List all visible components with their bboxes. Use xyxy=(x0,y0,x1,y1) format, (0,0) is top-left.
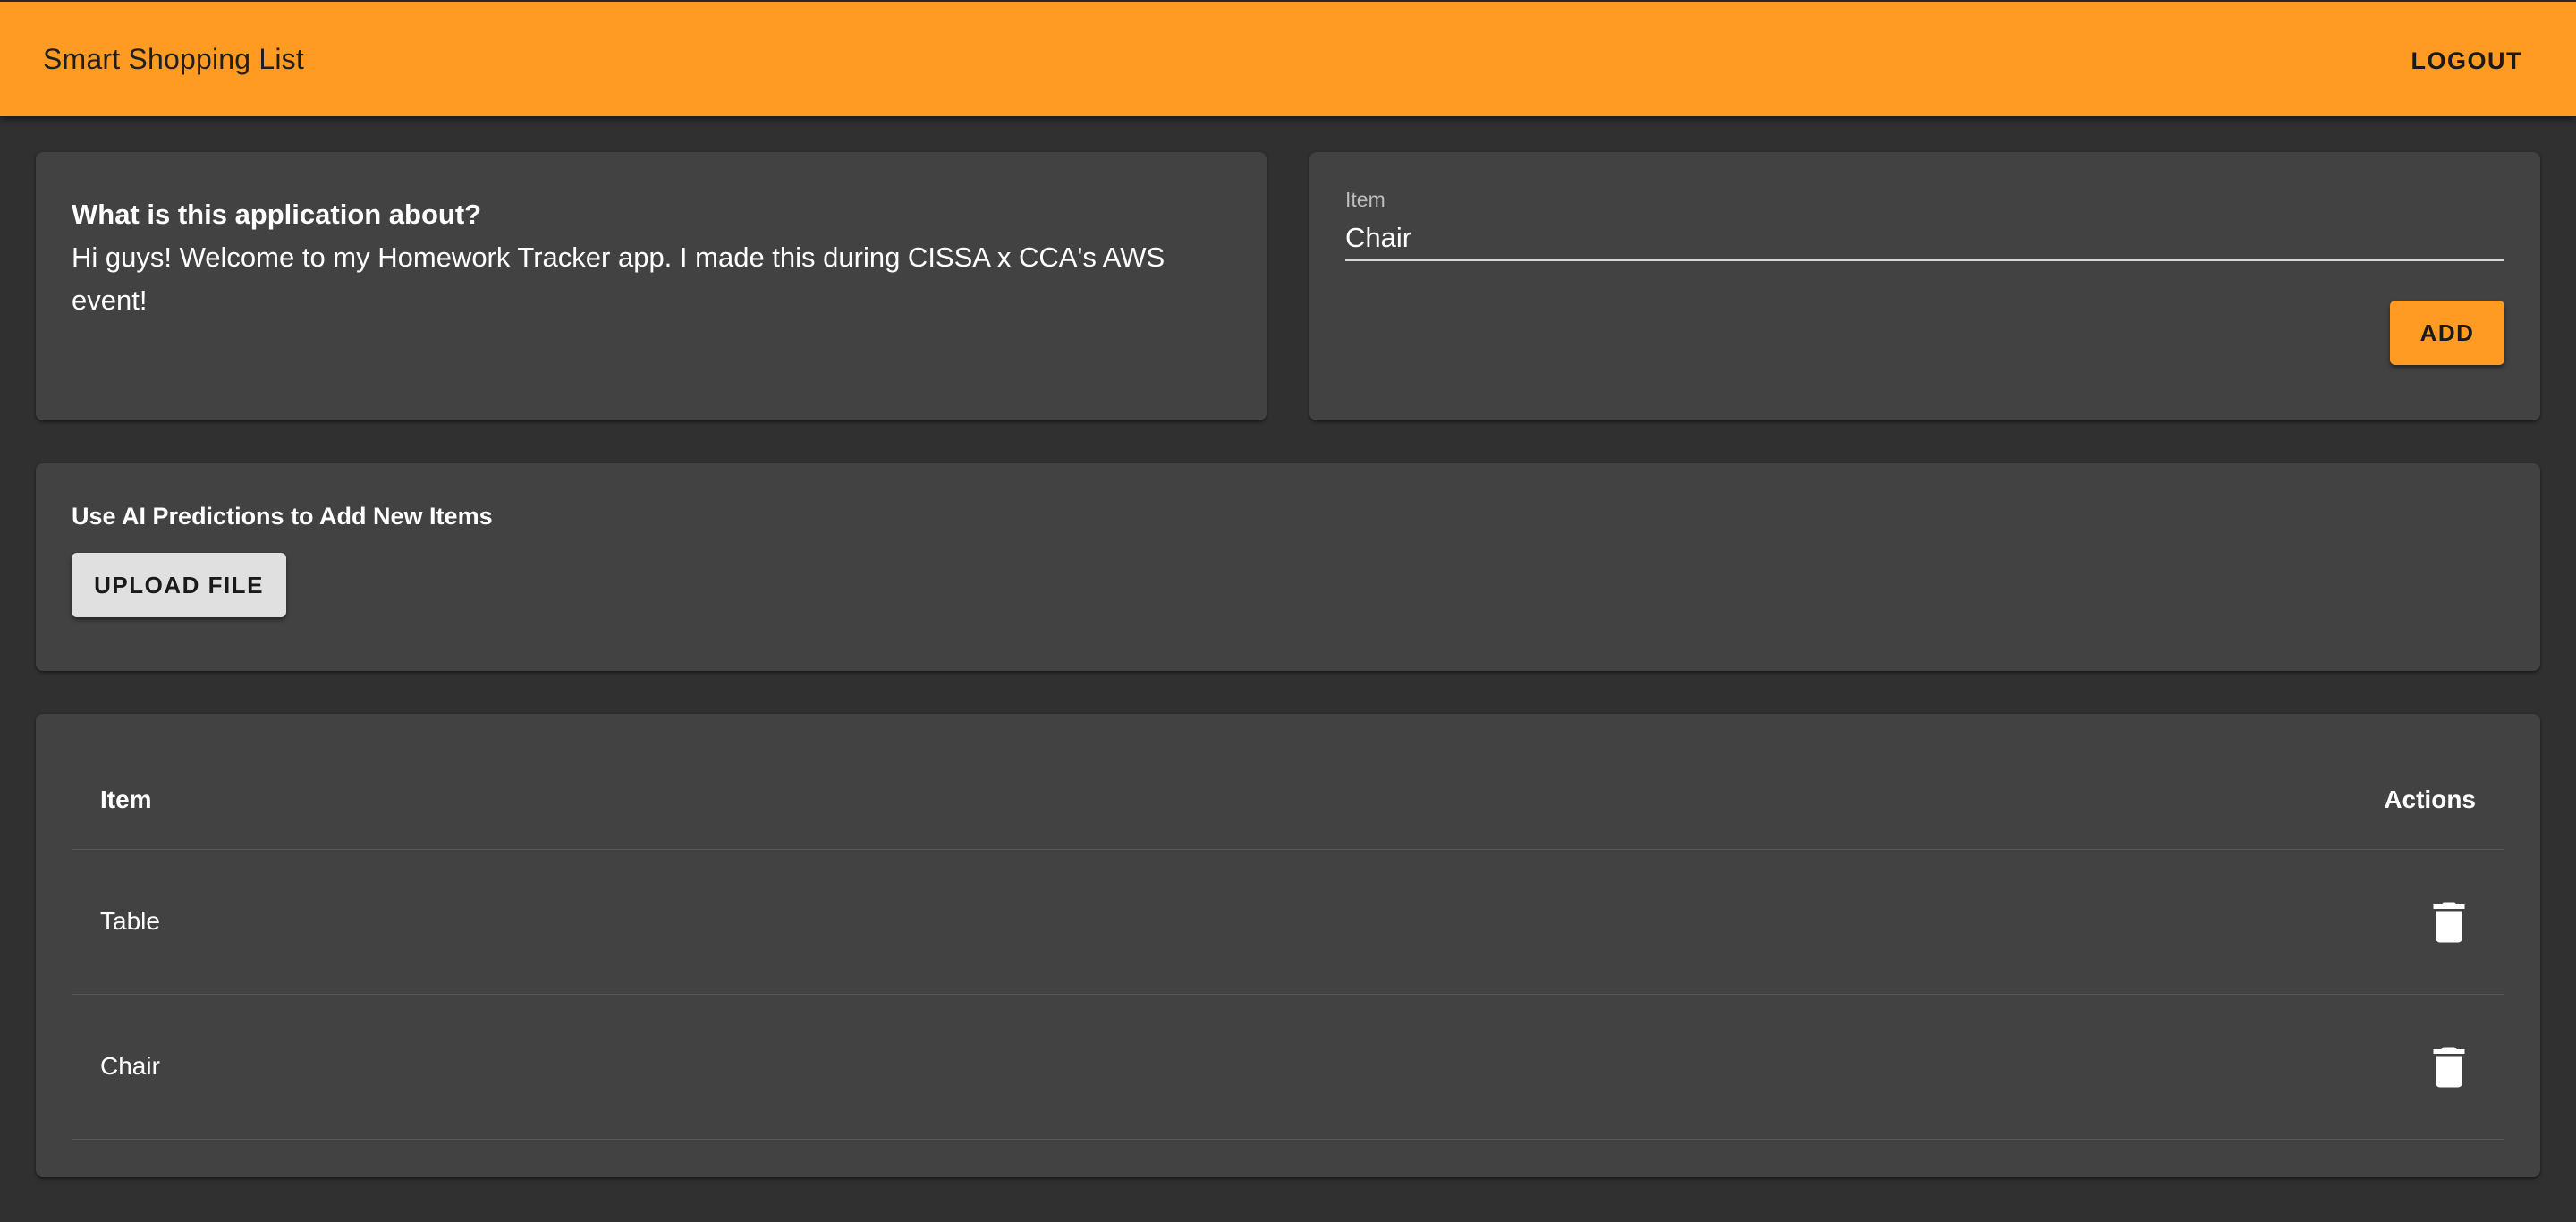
delete-button[interactable] xyxy=(2422,895,2476,949)
ai-predictions-heading: Use AI Predictions to Add New Items xyxy=(72,503,493,530)
delete-icon xyxy=(2433,902,2465,943)
upload-file-button[interactable]: UPLOAD FILE xyxy=(72,553,286,617)
table-row: Chair xyxy=(72,995,2504,1140)
items-table-card: Item Actions Table Chair xyxy=(36,714,2540,1177)
item-name-cell: Chair xyxy=(100,1052,160,1080)
column-header-item: Item xyxy=(100,785,152,813)
delete-button[interactable] xyxy=(2422,1040,2476,1094)
table-row: Table xyxy=(72,850,2504,995)
delete-icon xyxy=(2433,1047,2465,1088)
about-description: Hi guys! Welcome to my Homework Tracker … xyxy=(72,242,1165,316)
add-button[interactable]: ADD xyxy=(2390,301,2504,365)
app-bar: Smart Shopping List LOGOUT xyxy=(0,0,2576,116)
item-name-cell: Table xyxy=(100,907,160,935)
ai-predictions-card: Use AI Predictions to Add New Items UPLO… xyxy=(36,463,2540,671)
item-input[interactable] xyxy=(1345,216,2504,261)
add-item-card: Item ADD xyxy=(1309,152,2540,420)
table-header-row: Item Actions xyxy=(72,750,2504,850)
app-title: Smart Shopping List xyxy=(43,43,304,75)
about-card: What is this application about? Hi guys!… xyxy=(36,152,1267,420)
about-title: What is this application about? xyxy=(72,199,482,230)
items-table: Item Actions Table Chair xyxy=(72,750,2504,1140)
logout-button[interactable]: LOGOUT xyxy=(2401,36,2534,86)
column-header-actions: Actions xyxy=(2384,785,2476,813)
item-field-label: Item xyxy=(1345,188,1385,211)
